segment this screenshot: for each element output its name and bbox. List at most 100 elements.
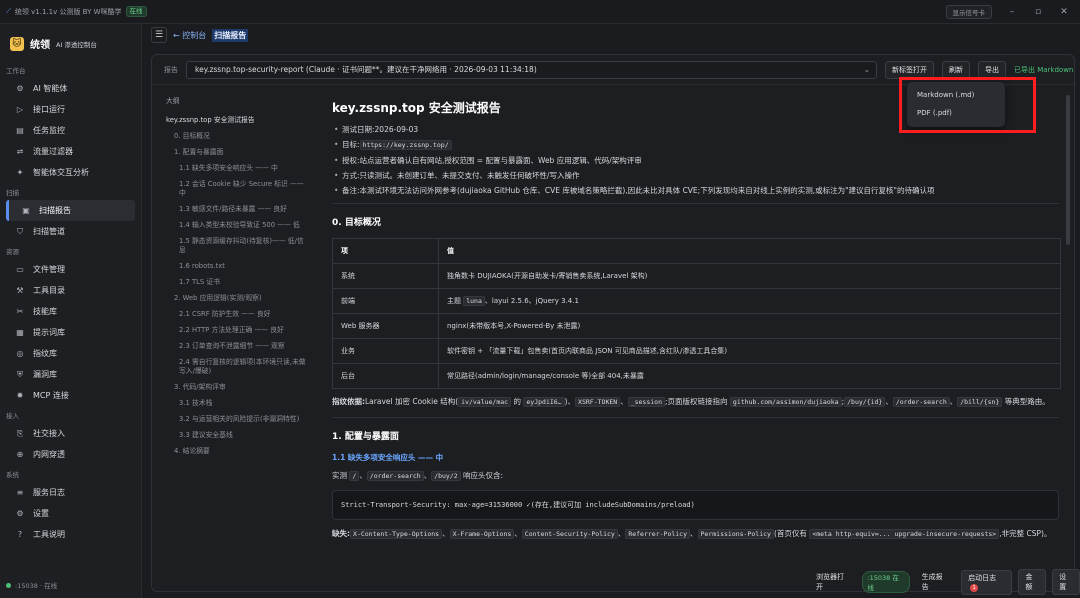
sidebar-item-play[interactable]: ▷ 接口运行	[0, 99, 141, 120]
sidebar-item-social[interactable]: ⎘ 社交接入	[0, 423, 141, 444]
brand-name: 统领	[30, 40, 50, 51]
table-header: 值	[438, 238, 1061, 264]
meta-list: 测试日期:2026-09-03 目标:https://key.zssnp.top…	[332, 125, 1059, 195]
outline: 大纲 key.zssnp.top 安全测试报告 0. 目标概况 1. 配置与暴露面…	[160, 91, 314, 551]
startup-log-button[interactable]: 启动日志1	[961, 569, 1013, 595]
report-select[interactable]: key.zssnp.top-security-report (Claude · …	[186, 60, 877, 79]
sidebar-item-label: 扫描报告	[39, 206, 71, 215]
save-button[interactable]: 金额	[1018, 569, 1047, 595]
sidebar-item-pipe[interactable]: ⛉ 扫描管道	[0, 221, 141, 242]
sidebar-item-log[interactable]: ≡ 服务日志	[0, 482, 141, 503]
breadcrumb: ☰ ← 控制台 扫描报告	[143, 24, 1080, 46]
outline-item[interactable]: 1.1 缺失多项安全响应头 —— 中	[179, 164, 310, 173]
server-status: :15038 · 在线	[6, 580, 57, 590]
missing-headers: 缺失: X-Content-Type-Options、 X-Frame-Option…	[332, 529, 1052, 539]
outline-item[interactable]: 3.2 与运营相关的风险提示(非漏洞特性)	[179, 415, 310, 424]
open-new-tab-button[interactable]: 新标签打开	[885, 60, 934, 79]
table-cell: 前端	[332, 288, 439, 314]
settings-button[interactable]: 设置	[1052, 569, 1080, 595]
table-cell: 系统	[332, 263, 439, 289]
code-block: Strict-Transport-Security: max-age=31536…	[332, 490, 1059, 520]
bulb-icon: ◎	[16, 349, 24, 358]
sidebar-item-folder[interactable]: ▭ 文件管理	[0, 259, 141, 280]
close-icon[interactable]: ✕	[1058, 7, 1070, 17]
sidebar-item-label: 接口运行	[33, 105, 65, 114]
export-status: 已导出 Markdown	[1014, 65, 1074, 74]
back-to-console-link[interactable]: ← 控制台	[173, 30, 206, 41]
shield-icon: ⛨	[17, 369, 23, 379]
table-row: 系统 独角数卡 DUJIAOKA(开源自助发卡/寄销售卖系统,Laravel 架构…	[332, 263, 1061, 289]
outline-item[interactable]: 3.1 技术栈	[179, 399, 310, 408]
outline-item[interactable]: 1.4 输入类型未校验导致证 500 —— 低	[179, 221, 310, 230]
sidebar-item-shield[interactable]: ⛨ 漏洞库	[0, 364, 141, 385]
app-title: 统领 v1.1.1v 公测版 BY W咪酷学	[14, 7, 122, 16]
sidebar-item-robot[interactable]: ⚙ AI 智能体	[0, 78, 141, 99]
cat-logo-icon: 🐱	[10, 36, 24, 51]
browser-open-button[interactable]: 浏览器打开	[810, 570, 856, 594]
outline-item[interactable]: 1.7 TLS 证书	[179, 278, 310, 287]
export-button[interactable]: 导出	[978, 60, 1006, 79]
outline-item[interactable]: 2.1 CSRF 防护生效 —— 良好	[179, 310, 310, 319]
sidebar-item-label: 任务监控	[33, 126, 65, 135]
refresh-button[interactable]: 刷新	[942, 60, 970, 79]
online-badge: 在线	[125, 6, 147, 17]
outline-item[interactable]: 1.2 会话 Cookie 缺少 Secure 标识 —— 中	[179, 180, 310, 198]
sidebar-item-tools[interactable]: ✂ 技能库	[0, 301, 141, 322]
task-icon: ▤	[16, 126, 24, 135]
sidebar-item-help[interactable]: ? 工具说明	[0, 524, 141, 545]
sidebar: 🐱 统领 AI 渗透控制台 工作台 ⚙ AI 智能体 ▷ 接口运行 ▤ 任务监控 ⇌ 流量过滤器…	[0, 24, 142, 598]
outline-item[interactable]: 1.3 敏感文件/路径未暴露 —— 良好	[179, 205, 310, 214]
outline-item[interactable]: 3.3 建议安全基线	[179, 431, 310, 440]
sidebar-section-label: 工作台	[6, 67, 26, 75]
scrollbar[interactable]	[1066, 95, 1070, 245]
filter-icon: ⇌	[16, 147, 24, 156]
table-cell: 业务	[332, 338, 439, 364]
sidebar-item-task[interactable]: ▤ 任务监控	[0, 120, 141, 141]
outline-item[interactable]: 3. 代码/架构评审	[174, 383, 314, 392]
play-icon: ▷	[16, 105, 24, 114]
sidebar-item-analysis[interactable]: ✦ 智能体交互分析	[0, 162, 141, 183]
robot-icon: ⚙	[16, 84, 24, 93]
report-label: 报告	[164, 65, 178, 74]
sidebar-item-wrench[interactable]: ⚒ 工具目录	[0, 280, 141, 301]
sidebar-item-prompt[interactable]: ▦ 提示词库	[0, 322, 141, 343]
outline-item[interactable]: 2. Web 应用逻辑(实测/观察)	[174, 294, 314, 303]
signal-card-button[interactable]: 显示信号卡	[945, 4, 992, 19]
outline-item[interactable]: 2.4 需自行复核的逻辑项(本环境只读,未做写入/爆破)	[179, 358, 310, 376]
outline-title[interactable]: key.zssnp.top 安全测试报告	[166, 114, 308, 124]
maximize-icon[interactable]: ▫	[1032, 7, 1044, 17]
sidebar-item-report[interactable]: ▣ 扫描报告	[6, 200, 135, 221]
tunnel-icon: ⊕	[16, 450, 24, 459]
outline-item[interactable]: 0. 目标概况	[174, 132, 314, 141]
section-1-heading: 1. 配置与暴露面	[332, 432, 399, 442]
sidebar-item-filter[interactable]: ⇌ 流量过滤器	[0, 141, 141, 162]
outline-item[interactable]: 1.6 robots.txt	[179, 262, 310, 271]
sidebar-item-bulb[interactable]: ◎ 指纹库	[0, 343, 141, 364]
sidebar-item-tunnel[interactable]: ⊕ 内网穿透	[0, 444, 141, 465]
table-header: 项	[332, 238, 439, 264]
outline-item[interactable]: 2.2 HTTP 方法处理正确 —— 良好	[179, 326, 310, 335]
sidebar-item-label: 内网穿透	[33, 450, 65, 459]
mcp-icon: ✹	[16, 391, 24, 400]
meta-method: 方式:只读测试。未创建订单、未提交支付、未触发任何破坏性/写入操作	[332, 171, 1059, 180]
sidebar-item-label: 社交接入	[33, 429, 65, 438]
outline-item[interactable]: 2.3 订单查询不泄露细节 —— 观察	[179, 342, 310, 351]
menu-toggle-icon[interactable]: ☰	[151, 27, 167, 43]
sidebar-item-mcp[interactable]: ✹ MCP 连接	[0, 385, 141, 406]
log-icon: ≡	[16, 488, 24, 497]
outline-item[interactable]: 1. 配置与暴露面	[174, 148, 314, 157]
sidebar-section-label: 接入	[6, 412, 19, 420]
port-badge: :15038 在线	[862, 571, 910, 593]
fingerprint-basis: 指纹依据:Laravel 加密 Cookie 结构(iv/value/mac 的…	[332, 397, 1050, 407]
sidebar-item-label: 指纹库	[33, 349, 57, 358]
section-1-1-heading: 1.1 缺失多项安全响应头 —— 中	[332, 453, 444, 462]
sidebar-item-label: 扫描管道	[33, 227, 65, 236]
table-row: 后台 常见路径(admin/login/manage/console 等)全部 4…	[332, 363, 1061, 389]
sidebar-item-gear[interactable]: ⚙ 设置	[0, 503, 141, 524]
target-url: https://key.zssnp.top/	[359, 140, 452, 150]
generate-report-button[interactable]: 生成报告	[916, 570, 956, 594]
outline-item[interactable]: 1.5 静态资源缓存抖动(待复核)—— 低/信息	[179, 237, 310, 255]
minimize-icon[interactable]: –	[1006, 7, 1018, 17]
server-status-text: :15038 · 在线	[15, 582, 58, 590]
outline-item[interactable]: 4. 结论摘要	[174, 447, 314, 456]
